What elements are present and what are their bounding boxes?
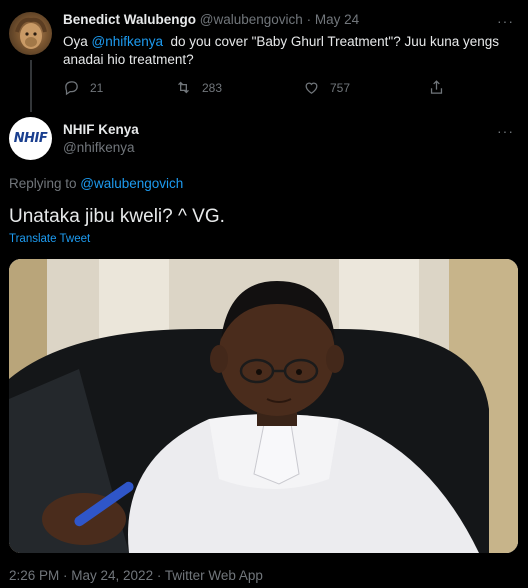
avatar-nhif[interactable]: NHIF [9,117,52,160]
like-count: 757 [330,80,351,95]
like-icon [305,82,318,94]
like-button[interactable]: 757 [303,79,350,96]
tweet1-text-line2: anadai hio treatment? [63,52,194,67]
tweet1-text-rest: do you cover "Baby Ghurl Treatment"? Juu… [163,34,500,49]
tweet2-text: Unataka jibu kweli? ^ VG. [9,206,225,227]
tweet2-handle[interactable]: @nhifkenya [63,139,135,157]
lion-avatar-image [15,17,47,49]
tweet1-more-icon[interactable]: ··· [497,14,514,28]
share-icon [430,80,443,94]
tweet1-date[interactable]: May 24 [315,12,359,27]
avatar-walubengo[interactable] [9,12,52,55]
replying-to-prefix: Replying to [9,176,81,191]
tweet1-handle[interactable]: @walubengovich [200,12,303,27]
nhif-logo-text: NHIF [13,131,48,146]
tweet1-text-line1: Oya @nhifkenya do you cover "Baby Ghurl … [63,33,523,51]
thread-connector-line [30,60,32,112]
retweet-icon [178,81,189,94]
reply-count: 21 [90,80,104,95]
tweet-timestamp[interactable]: 2:26 PM · May 24, 2022 · Twitter Web App [9,567,263,585]
tweet-media-image[interactable] [9,259,518,553]
replying-to-line: Replying to @walubengovich [9,175,183,193]
replying-to-link[interactable]: @walubengovich [80,176,183,191]
tweet1-text: Oya @nhifkenya do you cover "Baby Ghurl … [63,33,523,69]
tweet1-mention-link[interactable]: @nhifkenya [92,34,164,49]
retweet-button[interactable]: 283 [175,79,222,96]
translate-tweet-link[interactable]: Translate Tweet [9,232,90,246]
tweet1-header: Benedict Walubengo @walubengovich · May … [63,11,503,29]
tweet1-display-name[interactable]: Benedict Walubengo [63,12,196,27]
share-button[interactable] [428,79,445,96]
reply-icon [65,81,78,96]
tweet2-more-icon[interactable]: ··· [497,124,514,138]
reply-button[interactable]: 21 [63,79,103,96]
photo-illustration [9,259,518,553]
tweet2-display-name[interactable]: NHIF Kenya [63,121,139,139]
tweet1-text-prefix: Oya [63,34,92,49]
tweet1-separator: · [306,12,312,27]
retweet-count: 283 [202,80,223,95]
tweet1-actions: 21 283 757 [63,79,463,99]
